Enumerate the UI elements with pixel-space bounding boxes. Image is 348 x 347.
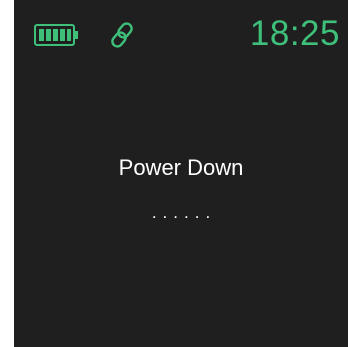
progress-dots: ...... xyxy=(151,203,217,222)
device-screen: 18:25 Power Down ...... xyxy=(14,0,348,347)
time-display: 18:25 xyxy=(249,14,340,53)
status-bar: 18:25 xyxy=(14,0,348,60)
power-down-message: Power Down xyxy=(118,155,244,180)
battery-full-icon xyxy=(34,24,78,46)
link-icon xyxy=(111,22,133,48)
